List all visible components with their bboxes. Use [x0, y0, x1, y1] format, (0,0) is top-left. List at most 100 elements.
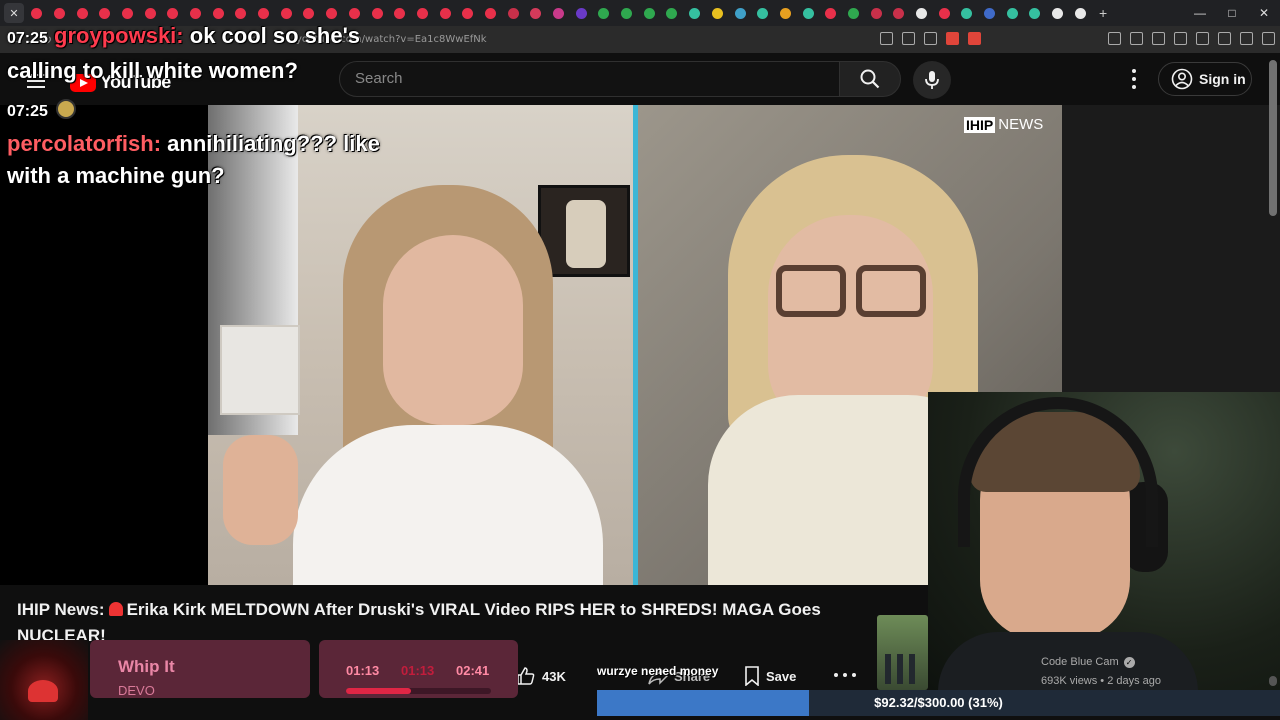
tab-favicon-icon: [348, 7, 360, 19]
tab-favicon-icon: [144, 7, 156, 19]
tab-favicon-icon: [666, 7, 678, 19]
browser-tab[interactable]: [617, 3, 637, 23]
sign-in-button[interactable]: Sign in: [1158, 62, 1252, 96]
chat-username: groypowski:: [54, 23, 184, 48]
chat-message: 07:25 percolatorfish: annihiliating??? l…: [7, 93, 427, 192]
browser-tab[interactable]: [571, 3, 591, 23]
browser-tab[interactable]: [1048, 3, 1068, 23]
tab-favicon-icon: [734, 7, 746, 19]
minimize-icon[interactable]: —: [1184, 0, 1216, 26]
video-title-main: Erika Kirk MELTDOWN After Druski's VIRAL…: [17, 600, 821, 645]
extension-icon[interactable]: [1108, 32, 1121, 45]
browser-tab[interactable]: [685, 3, 705, 23]
page-scrollbar[interactable]: [1269, 60, 1277, 216]
browser-tab[interactable]: [480, 3, 500, 23]
close-tab-icon[interactable]: ✕: [9, 7, 18, 20]
browser-tab[interactable]: [594, 3, 614, 23]
browser-tab[interactable]: [1002, 3, 1022, 23]
like-button[interactable]: 43K: [516, 662, 576, 690]
cast-icon[interactable]: [880, 32, 893, 45]
tab-favicon-icon: [394, 7, 406, 19]
browser-tab[interactable]: [980, 3, 1000, 23]
channel-watermark: IHIP NEWS: [964, 116, 1043, 133]
settings-menu-icon[interactable]: [1128, 69, 1140, 89]
browser-tab[interactable]: [707, 3, 727, 23]
tab-favicon-icon: [689, 7, 701, 19]
save-button[interactable]: Save: [744, 662, 804, 690]
browser-tab[interactable]: [526, 3, 546, 23]
recommended-channel[interactable]: Code Blue Cam ✓: [1041, 656, 1135, 668]
browser-tab[interactable]: [458, 3, 478, 23]
chat-timestamp: 07:25: [7, 103, 48, 120]
tab-favicon-icon: [190, 7, 201, 19]
tab-favicon-icon: [303, 7, 315, 19]
siren-emoji-icon: [108, 602, 123, 616]
tab-favicon-icon: [870, 7, 882, 19]
rewards-icon[interactable]: [968, 32, 981, 45]
song-progress-track: [346, 688, 491, 694]
elapsed-time-shadow: 01:13: [401, 663, 435, 678]
browser-tab[interactable]: [798, 3, 818, 23]
tab-favicon-icon: [212, 7, 224, 19]
tab-favicon-icon: [984, 7, 996, 19]
thumbs-up-icon: [517, 667, 535, 685]
close-window-icon[interactable]: ✕: [1248, 0, 1280, 26]
browser-tab[interactable]: [957, 3, 977, 23]
tab-favicon-icon: [439, 7, 451, 19]
tab-favicon-icon: [779, 7, 791, 19]
browser-tab[interactable]: [1025, 3, 1045, 23]
more-actions-icon[interactable]: [834, 668, 856, 682]
sign-in-label: Sign in: [1199, 71, 1246, 87]
search-button[interactable]: [839, 61, 901, 97]
extension-icon[interactable]: [1152, 32, 1165, 45]
new-tab-icon[interactable]: +: [1099, 5, 1107, 21]
browser-tab[interactable]: [639, 3, 659, 23]
wallet-icon[interactable]: [1196, 32, 1209, 45]
bookmark-save-icon: [745, 666, 759, 686]
tab-favicon-icon: [76, 7, 88, 19]
browser-tab[interactable]: [730, 3, 750, 23]
extension-icon[interactable]: [1130, 32, 1143, 45]
browser-tab[interactable]: [912, 3, 932, 23]
microphone-icon: [925, 71, 939, 89]
chat-text: ok cool so she's: [189, 23, 361, 48]
browser-tab[interactable]: [1070, 3, 1090, 23]
menu-icon[interactable]: [1262, 32, 1275, 45]
donation-alert: wurzye nened money: [597, 664, 719, 678]
voice-search-button[interactable]: [913, 61, 951, 99]
browser-tab[interactable]: [549, 3, 569, 23]
tab-favicon-icon: [507, 7, 519, 19]
browser-tab[interactable]: [435, 3, 455, 23]
tab-favicon-icon: [938, 7, 950, 19]
browser-tab[interactable]: [843, 3, 863, 23]
vpn-icon[interactable]: [1218, 32, 1231, 45]
tab-favicon-icon: [31, 7, 43, 19]
sidebar-icon[interactable]: [1174, 32, 1187, 45]
browser-tab[interactable]: [662, 3, 682, 23]
share-icon[interactable]: [924, 32, 937, 45]
album-art: [0, 640, 88, 720]
tab-favicon-icon: [893, 7, 905, 19]
tab-favicon-icon: [916, 7, 927, 19]
tab-favicon-icon: [371, 7, 383, 19]
shield-icon[interactable]: [1240, 32, 1253, 45]
page-scrollbar-end[interactable]: [1269, 676, 1277, 686]
headphones-icon: [958, 397, 1158, 547]
browser-tab[interactable]: [889, 3, 909, 23]
maximize-icon[interactable]: □: [1216, 0, 1248, 26]
tab-favicon-icon: [825, 7, 837, 19]
tab-favicon-icon: [643, 7, 655, 19]
browser-tab[interactable]: [753, 3, 773, 23]
browser-tab[interactable]: [866, 3, 886, 23]
browser-tab[interactable]: [775, 3, 795, 23]
browser-tab[interactable]: [503, 3, 523, 23]
tab-favicon-icon: [802, 7, 814, 19]
tab-favicon-icon: [530, 7, 542, 19]
tab-favicon-icon: [847, 7, 859, 19]
video-title-prefix: IHIP News:: [17, 600, 105, 619]
browser-tab[interactable]: [934, 3, 954, 23]
brave-shield-icon[interactable]: [946, 32, 959, 45]
recommended-video-thumbnail[interactable]: [877, 615, 928, 690]
zoom-icon[interactable]: [902, 32, 915, 45]
browser-tab[interactable]: [821, 3, 841, 23]
